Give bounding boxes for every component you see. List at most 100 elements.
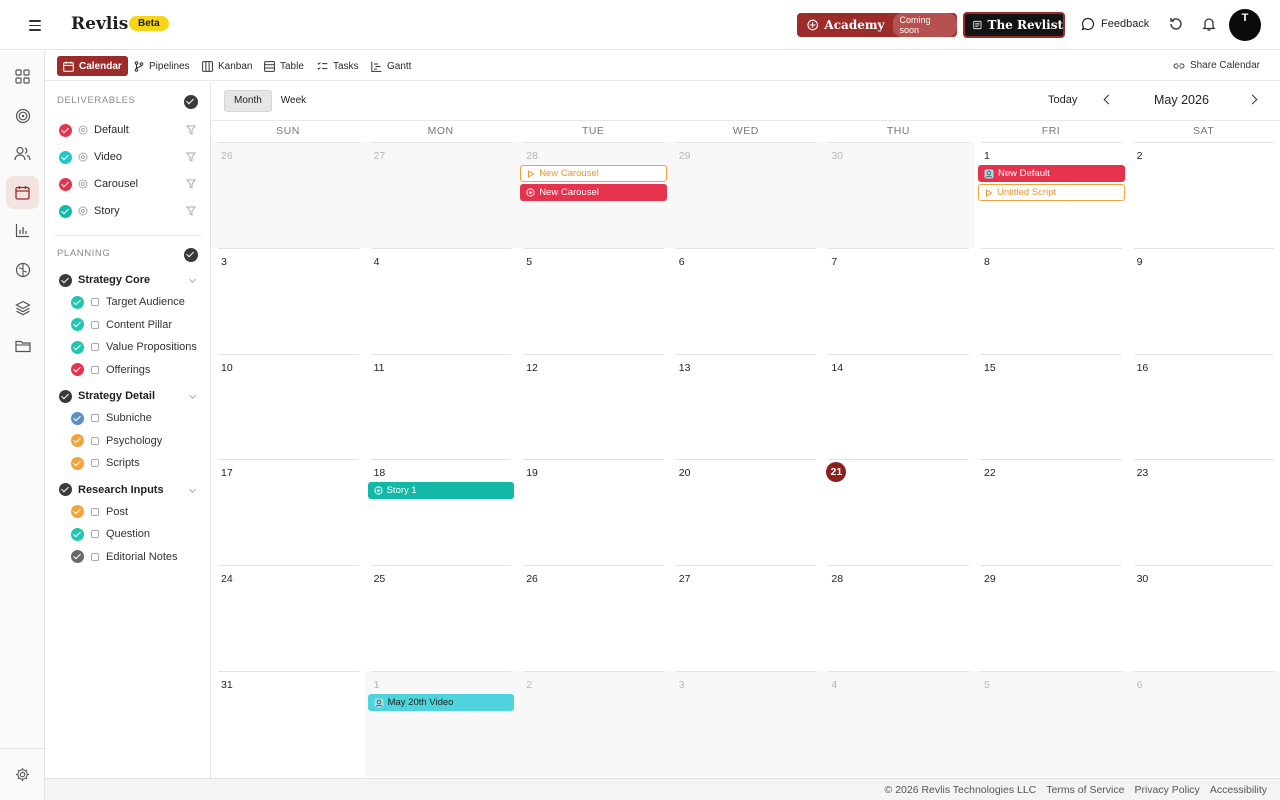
day-cell[interactable]: 1 May 20th Video <box>364 671 518 777</box>
day-cell[interactable]: 25 <box>365 565 518 671</box>
tab-calendar[interactable]: Calendar <box>57 56 128 76</box>
next-month-icon[interactable] <box>1247 94 1258 105</box>
check-icon[interactable] <box>71 527 84 541</box>
calendar-event[interactable]: Untitled Script <box>978 184 1125 201</box>
planning-item[interactable]: Value Propositions <box>71 339 197 355</box>
revlist-button[interactable]: The Revlist <box>963 12 1065 38</box>
check-icon[interactable] <box>71 340 84 354</box>
target-icon[interactable] <box>6 99 39 132</box>
planning-item[interactable]: Editorial Notes <box>71 549 178 565</box>
check-icon[interactable] <box>59 177 72 191</box>
day-cell[interactable]: 2 <box>1128 142 1280 248</box>
user-avatar[interactable]: T <box>1229 9 1261 41</box>
planning-item[interactable]: Content Pillar <box>71 317 172 333</box>
day-cell[interactable]: 31 <box>212 671 365 777</box>
day-cell[interactable]: 12 <box>517 353 670 460</box>
layers-icon[interactable] <box>6 291 39 324</box>
filter-icon[interactable] <box>186 179 196 192</box>
day-cell[interactable]: 4 <box>365 247 518 354</box>
planning-toggle-all[interactable] <box>184 248 198 262</box>
prev-month-icon[interactable] <box>1103 94 1114 105</box>
day-cell[interactable]: 5 <box>975 671 1128 777</box>
app-logo[interactable]: Revlis <box>71 14 128 34</box>
check-icon[interactable] <box>59 273 72 287</box>
filter-icon[interactable] <box>186 152 196 165</box>
check-icon[interactable] <box>71 318 84 331</box>
day-cell[interactable]: 3 <box>212 247 365 354</box>
planning-item[interactable]: Psychology <box>71 433 162 449</box>
academy-button[interactable]: Academy Coming soon <box>797 13 957 37</box>
day-cell[interactable]: 14 <box>822 353 975 460</box>
calendar-event[interactable]: New Carousel <box>520 184 667 201</box>
tab-gantt[interactable]: Gantt <box>365 56 417 76</box>
day-cell[interactable]: 1 New Default Untitled Script <box>975 142 1128 248</box>
day-cell[interactable]: 21 <box>822 459 975 565</box>
day-cell[interactable]: 29 <box>975 565 1128 671</box>
check-icon[interactable] <box>59 483 72 496</box>
check-icon[interactable] <box>71 411 84 425</box>
settings-icon[interactable] <box>6 758 39 791</box>
users-icon[interactable] <box>6 137 39 170</box>
planning-group-2[interactable]: Research Inputs <box>59 482 199 498</box>
tab-table[interactable]: Table <box>258 56 310 76</box>
refresh-icon[interactable] <box>1168 16 1184 32</box>
day-cell[interactable]: 6 <box>1127 671 1280 777</box>
day-cell[interactable]: 13 <box>670 353 823 460</box>
check-icon[interactable] <box>71 363 84 376</box>
day-cell[interactable]: 29 <box>669 142 823 248</box>
day-cell[interactable]: 22 <box>975 459 1128 565</box>
day-cell[interactable]: 24 <box>212 565 365 671</box>
day-cell[interactable]: 11 <box>365 353 518 460</box>
share-calendar-button[interactable]: Share Calendar <box>1173 60 1260 71</box>
week-mode-button[interactable]: Week <box>272 90 315 112</box>
day-cell[interactable]: 28 <box>822 565 975 671</box>
day-cell[interactable]: 27 <box>670 565 823 671</box>
day-cell[interactable]: 2 <box>517 671 670 777</box>
check-icon[interactable] <box>59 389 72 403</box>
check-icon[interactable] <box>59 204 72 218</box>
deliverable-3[interactable]: Story <box>59 203 199 219</box>
check-icon[interactable] <box>71 434 84 447</box>
today-button[interactable]: Today <box>1048 94 1077 106</box>
day-cell[interactable]: 15 <box>975 353 1128 460</box>
day-cell[interactable]: 27 <box>364 142 518 248</box>
day-cell[interactable]: 20 <box>670 459 823 565</box>
day-cell[interactable]: 9 <box>1128 247 1280 354</box>
deliverable-0[interactable]: Default <box>59 122 199 138</box>
planning-group-1[interactable]: Strategy Detail <box>59 388 199 404</box>
planning-item[interactable]: Subniche <box>71 410 152 426</box>
planning-item[interactable]: Offerings <box>71 362 150 378</box>
planning-item[interactable]: Scripts <box>71 455 140 471</box>
day-cell[interactable]: 6 <box>670 247 823 354</box>
day-cell[interactable]: 30 <box>1128 565 1280 671</box>
day-cell[interactable]: 10 <box>212 353 365 460</box>
privacy-link[interactable]: Privacy Policy <box>1134 784 1199 796</box>
planning-item[interactable]: Post <box>71 504 128 520</box>
day-cell[interactable]: 8 <box>975 247 1128 354</box>
deliverable-1[interactable]: Video <box>59 149 199 165</box>
calendar-icon[interactable] <box>6 176 39 209</box>
calendar-event[interactable]: New Carousel <box>520 165 667 182</box>
day-cell[interactable]: 23 <box>1128 459 1280 565</box>
planning-item[interactable]: Target Audience <box>71 294 185 310</box>
check-icon[interactable] <box>71 505 84 518</box>
calendar-event[interactable]: New Default <box>978 165 1125 182</box>
filter-icon[interactable] <box>186 206 196 219</box>
day-cell[interactable]: 19 <box>517 459 670 565</box>
check-icon[interactable] <box>71 550 84 563</box>
menu-icon[interactable] <box>24 16 46 34</box>
day-cell[interactable]: 28 New Carousel New Carousel <box>517 142 670 248</box>
terms-link[interactable]: Terms of Service <box>1046 784 1124 796</box>
tab-kanban[interactable]: Kanban <box>196 56 258 76</box>
bell-icon[interactable] <box>1201 16 1217 32</box>
deliverable-2[interactable]: Carousel <box>59 176 199 192</box>
day-cell[interactable]: 4 <box>822 671 975 777</box>
day-cell[interactable]: 16 <box>1128 353 1280 460</box>
check-icon[interactable] <box>71 456 84 470</box>
check-icon[interactable] <box>59 150 72 164</box>
month-mode-button[interactable]: Month <box>224 90 272 112</box>
folder-icon[interactable] <box>6 329 39 362</box>
day-cell[interactable]: 7 <box>822 247 975 354</box>
calendar-event[interactable]: May 20th Video <box>367 694 515 711</box>
day-cell[interactable]: 26 <box>517 565 670 671</box>
